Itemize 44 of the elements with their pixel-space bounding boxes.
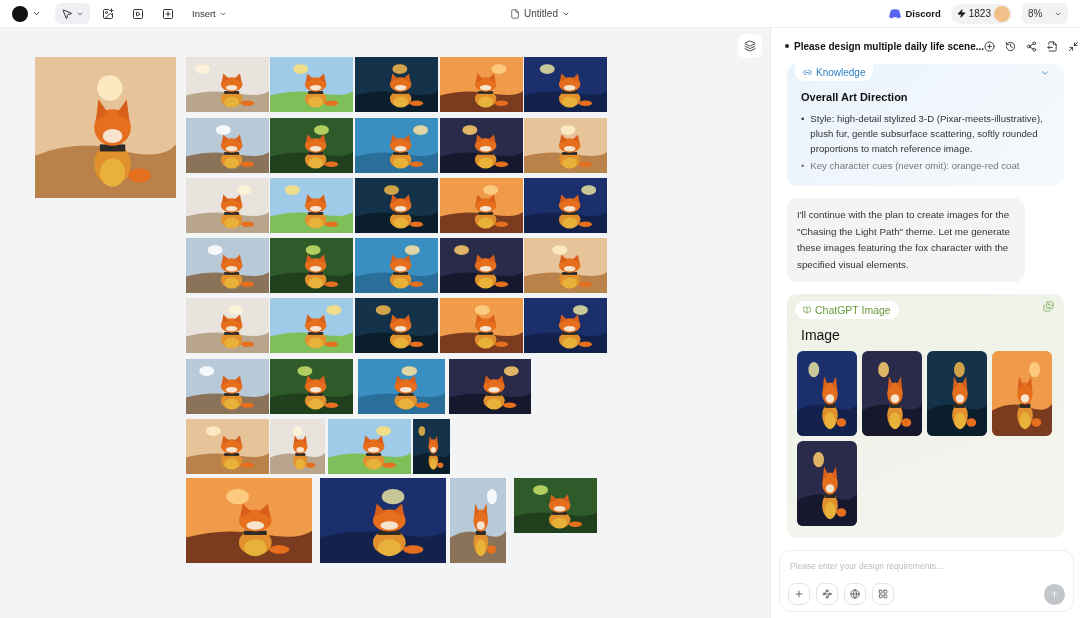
link-icon — [803, 68, 812, 77]
assistant-message: I'll continue with the plan to create images for the "Chasing the Light Path" theme. Let me generate these images featuring the fox character with the specified visual elements. — [787, 198, 1025, 282]
arrow-up-icon — [1050, 588, 1059, 600]
section-heading: Overall Art Direction — [801, 91, 909, 103]
document-title[interactable]: Untitled — [524, 8, 558, 19]
share-button[interactable] — [1026, 40, 1038, 52]
globe-icon — [850, 589, 860, 599]
collapse-button[interactable] — [1068, 40, 1080, 52]
result-heading: Image — [801, 327, 841, 343]
chat-title: Please design multiple daily life scene... — [785, 40, 985, 52]
image-add-icon — [102, 7, 114, 20]
export-button[interactable] — [1047, 40, 1059, 52]
insert-menu[interactable]: Insert — [186, 3, 233, 24]
tag-label: ChatGPT Image — [815, 304, 891, 316]
video-add-icon — [132, 7, 144, 20]
apps-button[interactable] — [872, 583, 894, 605]
layers-icon — [744, 40, 756, 52]
frame-add-icon — [162, 7, 174, 20]
web-button[interactable] — [844, 583, 866, 605]
bullet-text: Style: high-detail stylized 3-D (Pixar-meets-illustrative), plush fur, gentle subsurface scattering, softly rounded proportions to match reference image. — [810, 112, 1044, 156]
tag-label: Knowledge — [816, 67, 866, 78]
caret-icon[interactable] — [32, 9, 41, 18]
plus-icon — [794, 589, 804, 599]
history-button[interactable] — [1005, 40, 1017, 52]
credits-count: 1823 — [968, 8, 991, 19]
prompt-field[interactable]: Please enter your design requirements... — [788, 561, 1065, 571]
discord-icon — [889, 8, 902, 19]
bullet-marker: • — [801, 159, 805, 173]
document-icon — [510, 8, 521, 19]
pointer-icon — [61, 7, 73, 20]
zoom-dropdown[interactable]: 8% — [1022, 3, 1068, 24]
grid-icon — [878, 589, 888, 599]
discord-link[interactable]: Discord — [905, 8, 941, 19]
layers-button[interactable] — [738, 34, 762, 58]
bullet-marker: • — [801, 112, 805, 126]
credits-pill[interactable]: 1823 — [950, 3, 1012, 24]
images-icon — [1043, 301, 1054, 312]
new-chat-button[interactable] — [984, 40, 996, 52]
book-icon — [803, 306, 811, 314]
nodes-icon — [822, 589, 832, 599]
app-logo[interactable] — [12, 5, 28, 22]
attach-button[interactable] — [816, 583, 838, 605]
lightning-icon — [956, 9, 966, 18]
bullet-text: Key character cues (never omit): orange-red coat — [810, 159, 1021, 173]
